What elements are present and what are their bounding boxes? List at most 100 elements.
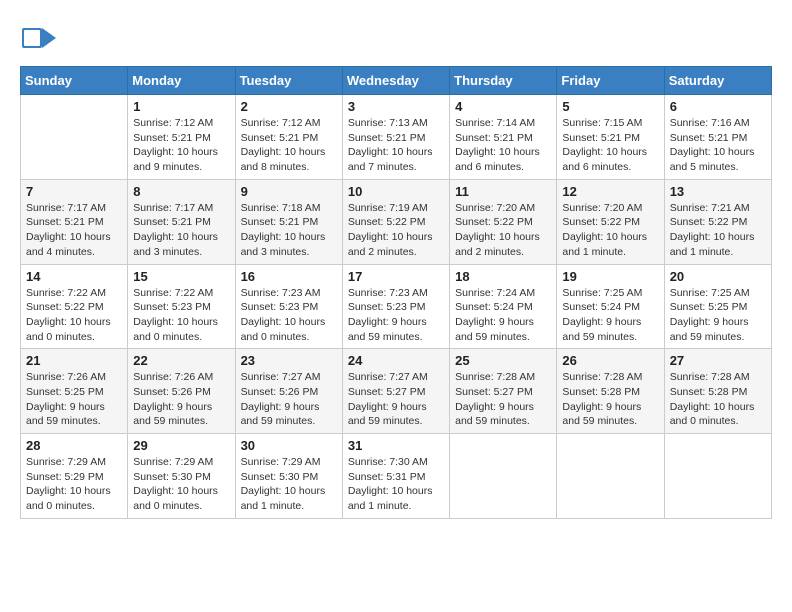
day-number: 1 [133, 99, 229, 114]
day-header-tuesday: Tuesday [235, 67, 342, 95]
day-info: Sunrise: 7:28 AMSunset: 5:28 PMDaylight:… [670, 370, 766, 429]
calendar-cell: 10Sunrise: 7:19 AMSunset: 5:22 PMDayligh… [342, 179, 449, 264]
day-header-sunday: Sunday [21, 67, 128, 95]
day-number: 19 [562, 269, 658, 284]
calendar-cell: 12 Sunrise: 7:20 AMSunset: 5:22 PMDayligh… [557, 179, 664, 264]
day-info: Sunrise: 7:25 AMSunset: 5:25 PMDaylight:… [670, 286, 766, 345]
day-header-wednesday: Wednesday [342, 67, 449, 95]
day-number: 3 [348, 99, 444, 114]
calendar-cell: 24 Sunrise: 7:27 AMSunset: 5:27 PMDayligh… [342, 349, 449, 434]
calendar-week-5: 28Sunrise: 7:29 AMSunset: 5:29 PMDayligh… [21, 434, 772, 519]
day-info: Sunrise: 7:26 AMSunset: 5:26 PMDaylight:… [133, 370, 229, 429]
calendar-week-4: 21 Sunrise: 7:26 AMSunset: 5:25 PMDayligh… [21, 349, 772, 434]
day-number: 29 [133, 438, 229, 453]
day-number: 31 [348, 438, 444, 453]
day-info: Sunrise: 7:19 AMSunset: 5:22 PMDaylight:… [348, 201, 444, 260]
calendar-cell [664, 434, 771, 519]
day-number: 23 [241, 353, 337, 368]
day-header-thursday: Thursday [450, 67, 557, 95]
day-info: Sunrise: 7:21 AMSunset: 5:22 PMDaylight:… [670, 201, 766, 260]
day-header-friday: Friday [557, 67, 664, 95]
calendar-cell: 20 Sunrise: 7:25 AMSunset: 5:25 PMDayligh… [664, 264, 771, 349]
day-info: Sunrise: 7:20 AMSunset: 5:22 PMDaylight:… [455, 201, 551, 260]
calendar-cell [557, 434, 664, 519]
day-number: 8 [133, 184, 229, 199]
day-info: Sunrise: 7:28 AMSunset: 5:28 PMDaylight:… [562, 370, 658, 429]
day-number: 24 [348, 353, 444, 368]
day-number: 6 [670, 99, 766, 114]
calendar-cell: 4Sunrise: 7:14 AMSunset: 5:21 PMDaylight… [450, 95, 557, 180]
day-info: Sunrise: 7:28 AMSunset: 5:27 PMDaylight:… [455, 370, 551, 429]
calendar-cell: 3Sunrise: 7:13 AMSunset: 5:21 PMDaylight… [342, 95, 449, 180]
day-number: 22 [133, 353, 229, 368]
day-info: Sunrise: 7:27 AMSunset: 5:27 PMDaylight:… [348, 370, 444, 429]
day-number: 15 [133, 269, 229, 284]
day-info: Sunrise: 7:30 AMSunset: 5:31 PMDaylight:… [348, 455, 444, 514]
page-header [20, 20, 772, 56]
day-info: Sunrise: 7:22 AMSunset: 5:23 PMDaylight:… [133, 286, 229, 345]
day-number: 12 [562, 184, 658, 199]
day-info: Sunrise: 7:27 AMSunset: 5:26 PMDaylight:… [241, 370, 337, 429]
calendar-cell: 8 Sunrise: 7:17 AMSunset: 5:21 PMDaylight… [128, 179, 235, 264]
day-info: Sunrise: 7:17 AMSunset: 5:21 PMDaylight:… [26, 201, 122, 260]
calendar-cell [450, 434, 557, 519]
day-number: 30 [241, 438, 337, 453]
calendar-cell: 9Sunrise: 7:18 AMSunset: 5:21 PMDaylight… [235, 179, 342, 264]
day-header-monday: Monday [128, 67, 235, 95]
day-number: 28 [26, 438, 122, 453]
calendar-cell: 29 Sunrise: 7:29 AMSunset: 5:30 PMDayligh… [128, 434, 235, 519]
day-info: Sunrise: 7:15 AMSunset: 5:21 PMDaylight:… [562, 116, 658, 175]
calendar-cell: 14 Sunrise: 7:22 AMSunset: 5:22 PMDayligh… [21, 264, 128, 349]
calendar-cell: 5 Sunrise: 7:15 AMSunset: 5:21 PMDaylight… [557, 95, 664, 180]
day-info: Sunrise: 7:24 AMSunset: 5:24 PMDaylight:… [455, 286, 551, 345]
day-number: 18 [455, 269, 551, 284]
day-number: 26 [562, 353, 658, 368]
calendar-week-2: 7 Sunrise: 7:17 AMSunset: 5:21 PMDaylight… [21, 179, 772, 264]
calendar-week-1: 1 Sunrise: 7:12 AMSunset: 5:21 PMDaylight… [21, 95, 772, 180]
day-info: Sunrise: 7:22 AMSunset: 5:22 PMDaylight:… [26, 286, 122, 345]
calendar-cell: 25 Sunrise: 7:28 AMSunset: 5:27 PMDayligh… [450, 349, 557, 434]
calendar-cell [21, 95, 128, 180]
day-info: Sunrise: 7:12 AMSunset: 5:21 PMDaylight:… [133, 116, 229, 175]
day-number: 27 [670, 353, 766, 368]
calendar-cell: 28Sunrise: 7:29 AMSunset: 5:29 PMDayligh… [21, 434, 128, 519]
calendar-cell: 18 Sunrise: 7:24 AMSunset: 5:24 PMDayligh… [450, 264, 557, 349]
calendar-cell: 15 Sunrise: 7:22 AMSunset: 5:23 PMDayligh… [128, 264, 235, 349]
day-number: 2 [241, 99, 337, 114]
day-info: Sunrise: 7:17 AMSunset: 5:21 PMDaylight:… [133, 201, 229, 260]
calendar-cell: 7 Sunrise: 7:17 AMSunset: 5:21 PMDaylight… [21, 179, 128, 264]
day-number: 20 [670, 269, 766, 284]
calendar-cell: 11 Sunrise: 7:20 AMSunset: 5:22 PMDayligh… [450, 179, 557, 264]
day-info: Sunrise: 7:16 AMSunset: 5:21 PMDaylight:… [670, 116, 766, 175]
day-number: 5 [562, 99, 658, 114]
day-info: Sunrise: 7:20 AMSunset: 5:22 PMDaylight:… [562, 201, 658, 260]
calendar-cell: 2 Sunrise: 7:12 AMSunset: 5:21 PMDaylight… [235, 95, 342, 180]
calendar-cell: 31 Sunrise: 7:30 AMSunset: 5:31 PMDayligh… [342, 434, 449, 519]
calendar-cell: 26 Sunrise: 7:28 AMSunset: 5:28 PMDayligh… [557, 349, 664, 434]
calendar-cell: 19 Sunrise: 7:25 AMSunset: 5:24 PMDayligh… [557, 264, 664, 349]
calendar-header-row: SundayMondayTuesdayWednesdayThursdayFrid… [21, 67, 772, 95]
day-info: Sunrise: 7:12 AMSunset: 5:21 PMDaylight:… [241, 116, 337, 175]
calendar-cell: 13Sunrise: 7:21 AMSunset: 5:22 PMDayligh… [664, 179, 771, 264]
day-number: 9 [241, 184, 337, 199]
day-number: 4 [455, 99, 551, 114]
calendar-cell: 16Sunrise: 7:23 AMSunset: 5:23 PMDayligh… [235, 264, 342, 349]
calendar-cell: 21 Sunrise: 7:26 AMSunset: 5:25 PMDayligh… [21, 349, 128, 434]
calendar-cell: 22 Sunrise: 7:26 AMSunset: 5:26 PMDayligh… [128, 349, 235, 434]
calendar-cell: 1 Sunrise: 7:12 AMSunset: 5:21 PMDaylight… [128, 95, 235, 180]
day-number: 14 [26, 269, 122, 284]
day-number: 17 [348, 269, 444, 284]
day-header-saturday: Saturday [664, 67, 771, 95]
day-info: Sunrise: 7:29 AMSunset: 5:30 PMDaylight:… [133, 455, 229, 514]
calendar-cell: 23 Sunrise: 7:27 AMSunset: 5:26 PMDayligh… [235, 349, 342, 434]
day-info: Sunrise: 7:25 AMSunset: 5:24 PMDaylight:… [562, 286, 658, 345]
calendar-cell: 30Sunrise: 7:29 AMSunset: 5:30 PMDayligh… [235, 434, 342, 519]
day-number: 11 [455, 184, 551, 199]
day-number: 25 [455, 353, 551, 368]
day-info: Sunrise: 7:23 AMSunset: 5:23 PMDaylight:… [241, 286, 337, 345]
day-number: 21 [26, 353, 122, 368]
day-info: Sunrise: 7:26 AMSunset: 5:25 PMDaylight:… [26, 370, 122, 429]
calendar-cell: 27 Sunrise: 7:28 AMSunset: 5:28 PMDayligh… [664, 349, 771, 434]
logo-icon [20, 20, 56, 56]
day-number: 7 [26, 184, 122, 199]
